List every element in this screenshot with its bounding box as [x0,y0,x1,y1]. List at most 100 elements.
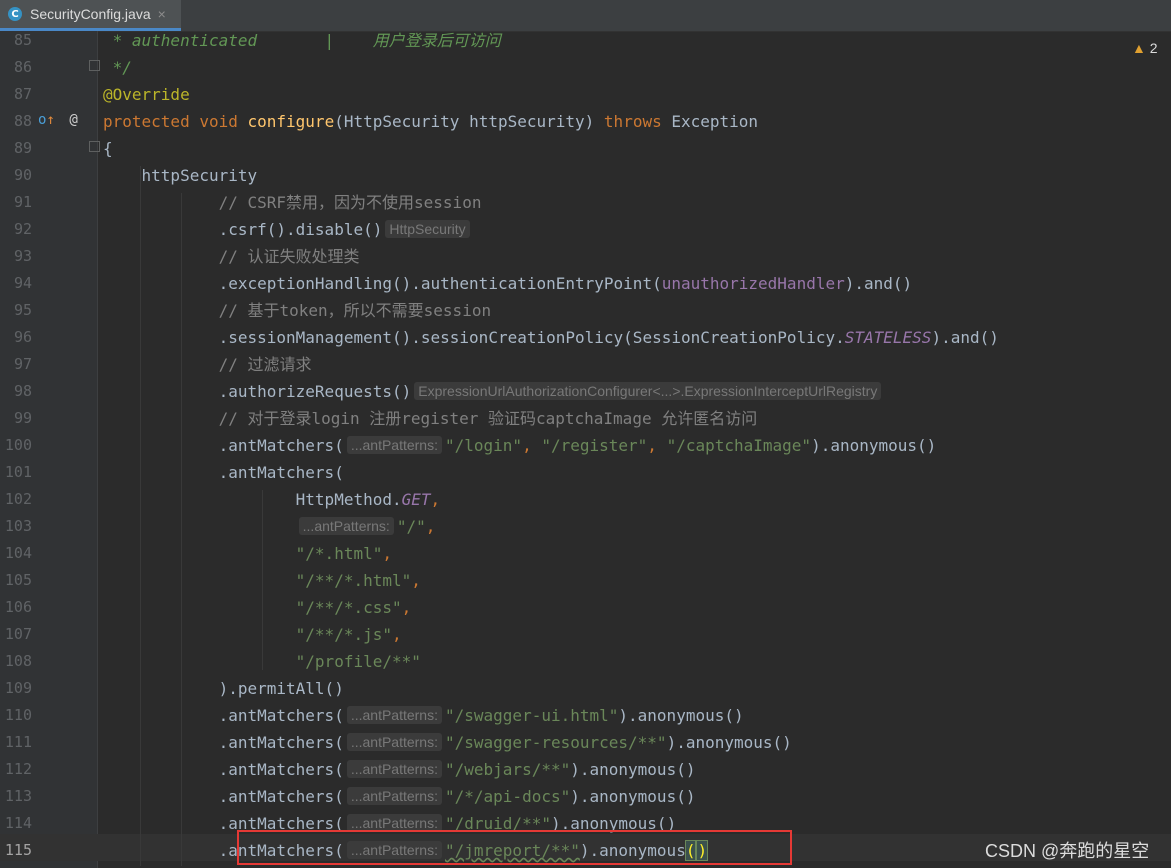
line-number: 101 [4,463,32,481]
line-number: 92 [13,220,32,238]
code-token: protected void [103,112,248,131]
code-line[interactable]: 91 // CSRF禁用，因为不使用session [0,189,1171,216]
line-number: 89 [13,139,32,157]
code-line[interactable]: 90 httpSecurity [0,162,1171,189]
code-token: STATELESS [844,328,932,347]
code-token: unauthorizedHandler [661,274,845,293]
code-text[interactable]: */ [103,54,132,81]
code-token: // 认证失败处理类 [103,247,360,266]
code-token: // 对于登录login 注册register 验证码captchaImage … [103,409,758,428]
code-text[interactable]: @Override [103,81,190,108]
code-line[interactable]: 107 "/**/*.js", [0,621,1171,648]
line-number: 115 [4,841,32,859]
line-number: 112 [4,760,32,778]
code-token: .antMatchers( [103,436,344,455]
code-text[interactable]: .antMatchers( [103,459,344,486]
code-text[interactable]: // 认证失败处理类 [103,243,360,270]
code-line[interactable]: 87 @Override [0,81,1171,108]
code-text[interactable]: * authenticated | 用户登录后可访问 [103,27,501,54]
code-line[interactable]: 103 ...antPatterns: "/", [0,513,1171,540]
code-token: .antMatchers( [103,463,344,482]
inspection-widget[interactable]: ▲ 2 [1132,40,1158,56]
code-token: .csrf().disable() [103,220,383,239]
code-text[interactable]: .antMatchers(...antPatterns: "/webjars/**… [103,756,695,783]
code-token: "/webjars/**" [445,760,571,779]
line-number: 91 [13,193,32,211]
code-editor[interactable]: 85 * authenticated | 用户登录后可访问 86 */ 87 @Ove… [0,31,1171,868]
code-line[interactable]: 100 .antMatchers(...antPatterns: "/login"… [0,432,1171,459]
line-number: 86 [13,58,32,76]
code-token: "/*.html" [103,544,383,563]
code-text[interactable]: .csrf().disable() HttpSecurity [103,216,473,243]
code-token: "/*/api-docs" [445,787,571,806]
code-token: , [647,436,667,455]
code-text[interactable]: .antMatchers(...antPatterns: "/swagger-ui… [103,702,744,729]
line-number: 107 [4,625,32,643]
code-text[interactable]: // 过滤请求 [103,351,312,378]
code-text[interactable]: ).permitAll() [103,675,344,702]
code-text[interactable]: httpSecurity [103,162,258,189]
code-token: "/login" [445,436,523,455]
parameter-hint: ...antPatterns: [346,760,442,778]
code-line[interactable]: 85 * authenticated | 用户登录后可访问 [0,27,1171,54]
code-line[interactable]: 88 protected void configure(HttpSecurity … [0,108,1171,135]
code-line[interactable]: 113 .antMatchers(...antPatterns: "/*/api-… [0,783,1171,810]
code-text[interactable]: // CSRF禁用，因为不使用session [103,189,482,216]
code-line[interactable]: 104 "/*.html", [0,540,1171,567]
code-text[interactable]: .antMatchers(...antPatterns: "/*/api-docs… [103,783,695,810]
code-token: */ [103,58,132,77]
code-line[interactable]: 94 .exceptionHandling().authenticationEn… [0,270,1171,297]
code-token: ).anonymous() [811,436,937,455]
code-line[interactable]: 97 // 过滤请求 [0,351,1171,378]
code-line[interactable]: 86 */ [0,54,1171,81]
code-token: // 基于token，所以不需要session [103,301,492,320]
code-token: * authenticated | 用户登录后可访问 [103,31,501,50]
code-line[interactable]: 89 { [0,135,1171,162]
code-line[interactable]: 98 .authorizeRequests() ExpressionUrlAuth… [0,378,1171,405]
code-line[interactable]: 108 "/profile/**" [0,648,1171,675]
code-line[interactable]: 93 // 认证失败处理类 [0,243,1171,270]
code-token: "/captchaImage" [666,436,812,455]
code-text[interactable]: protected void configure(HttpSecurity ht… [103,108,758,135]
code-token: .exceptionHandling().authenticationEntry… [103,274,662,293]
code-line[interactable]: 96 .sessionManagement().sessionCreationP… [0,324,1171,351]
code-text[interactable]: .antMatchers(...antPatterns: "/login", "/… [103,432,936,459]
code-text[interactable]: .sessionManagement().sessionCreationPoli… [103,324,999,351]
line-number: 88 [13,112,32,130]
code-token: "/**/*.html" [103,571,412,590]
code-line[interactable]: 110 .antMatchers(...antPatterns: "/swagge… [0,702,1171,729]
code-line[interactable]: 111 .antMatchers(...antPatterns: "/swagge… [0,729,1171,756]
code-text[interactable]: HttpMethod.GET, [103,486,441,513]
code-token: , [425,517,436,536]
code-text[interactable]: .authorizeRequests() ExpressionUrlAuthori… [103,378,884,405]
code-text[interactable]: .antMatchers(...antPatterns: "/swagger-re… [103,729,792,756]
line-number: 106 [4,598,32,616]
close-icon[interactable]: × [158,6,166,22]
code-line[interactable]: 92 .csrf().disable() HttpSecurity [0,216,1171,243]
line-number: 114 [4,814,32,832]
red-highlight-box [237,830,792,865]
code-line[interactable]: 101 .antMatchers( [0,459,1171,486]
code-text[interactable]: // 基于token，所以不需要session [103,297,492,324]
code-text[interactable]: "/**/*.js", [103,621,402,648]
line-number: 99 [13,409,32,427]
code-text[interactable]: ...antPatterns: "/", [103,513,435,540]
code-text[interactable]: { [103,135,113,162]
code-token: @Override [103,85,190,104]
code-line[interactable]: 95 // 基于token，所以不需要session [0,297,1171,324]
code-line[interactable]: 109 ).permitAll() [0,675,1171,702]
code-text[interactable]: "/**/*.css", [103,594,412,621]
code-line[interactable]: 106 "/**/*.css", [0,594,1171,621]
code-text[interactable]: .exceptionHandling().authenticationEntry… [103,270,913,297]
line-number: 94 [13,274,32,292]
code-text[interactable]: "/**/*.html", [103,567,421,594]
code-line[interactable]: 105 "/**/*.html", [0,567,1171,594]
code-line[interactable]: 102 HttpMethod.GET, [0,486,1171,513]
line-number: 108 [4,652,32,670]
code-text[interactable]: "/*.html", [103,540,392,567]
code-text[interactable]: // 对于登录login 注册register 验证码captchaImage … [103,405,758,432]
line-number: 105 [4,571,32,589]
code-line[interactable]: 112 .antMatchers(...antPatterns: "/webjar… [0,756,1171,783]
code-line[interactable]: 99 // 对于登录login 注册register 验证码captchaIma… [0,405,1171,432]
code-text[interactable]: "/profile/**" [103,648,421,675]
